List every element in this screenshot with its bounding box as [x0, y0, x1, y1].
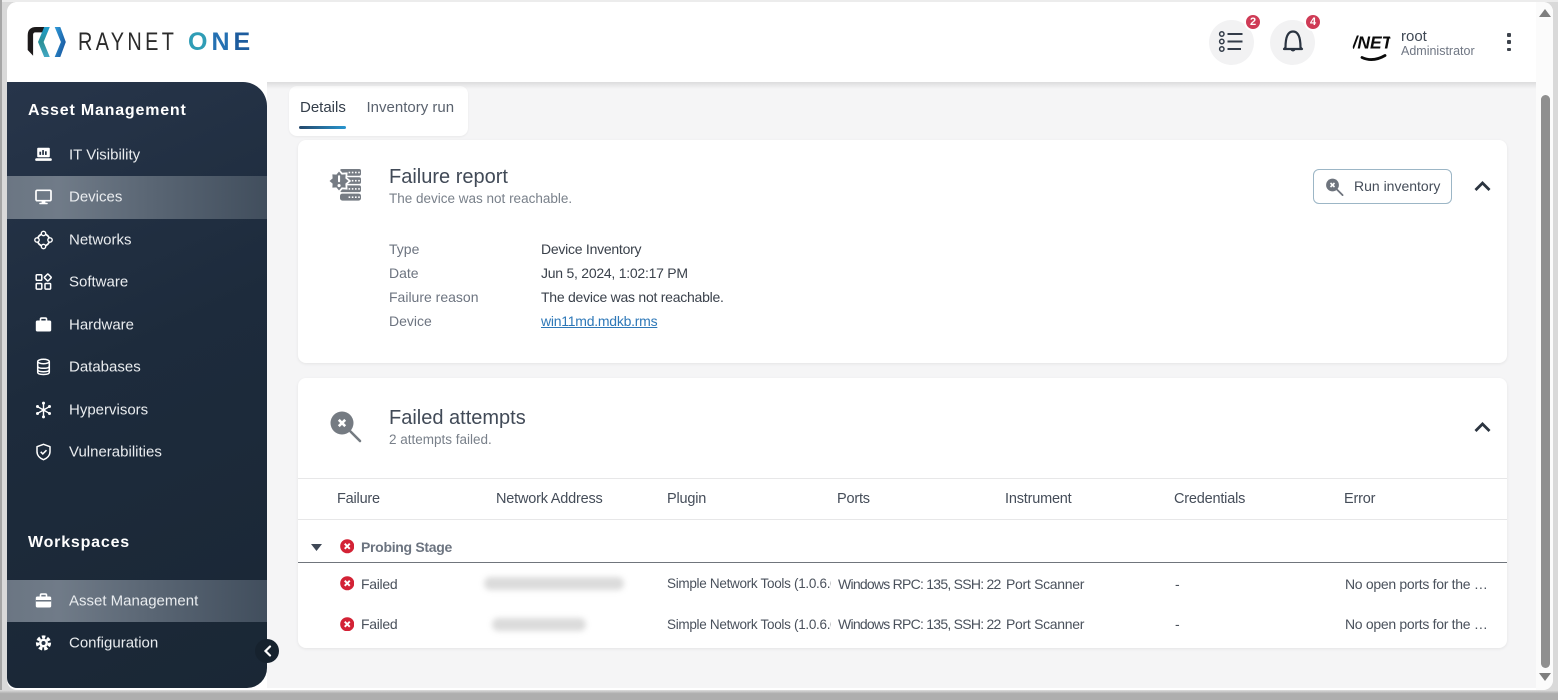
- svg-text:/NET: /NET: [1352, 32, 1392, 52]
